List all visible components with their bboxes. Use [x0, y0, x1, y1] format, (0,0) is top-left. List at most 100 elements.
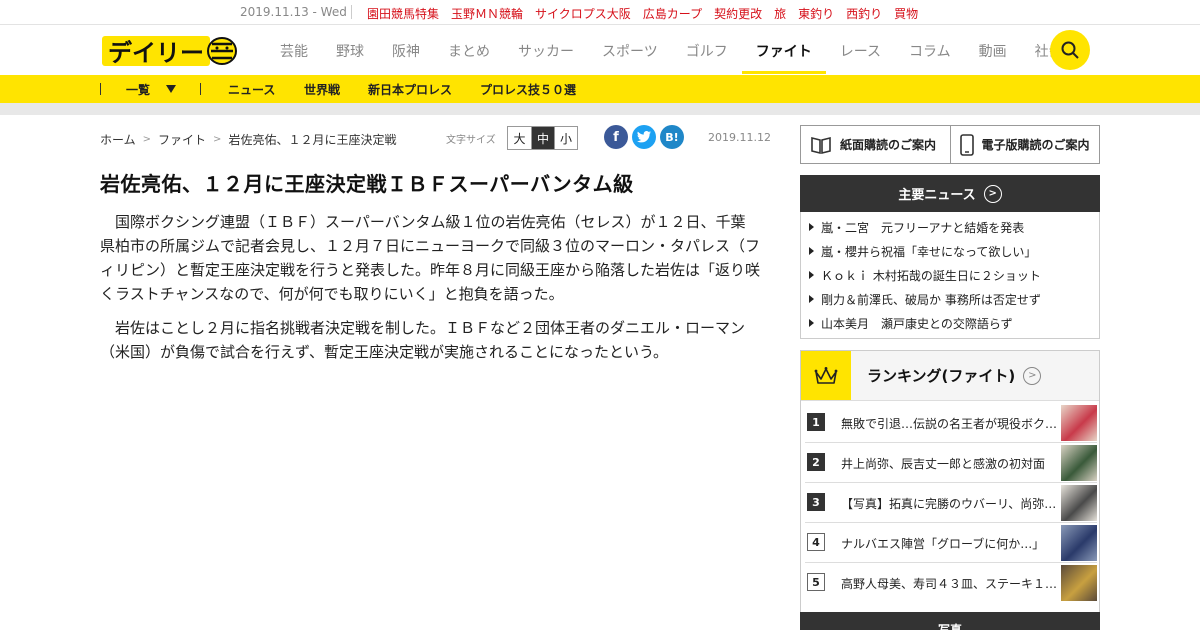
- article-body: 国際ボクシング連盟（ＩＢＦ）スーパーバンタム級１位の岩佐亮佑（セレス）が１２日、…: [100, 210, 760, 374]
- ranking-thumbnail: [1061, 445, 1097, 481]
- ranking-thumbnail: [1061, 405, 1097, 441]
- nav-item[interactable]: 阪神: [378, 25, 434, 74]
- triangle-right-icon: [809, 319, 814, 327]
- ranking-text: 【写真】拓真に完勝のウバーリ、尚弥…: [841, 497, 1057, 511]
- major-news-item[interactable]: Ｋｏｋｉ 木村拓哉の誕生日に２ショット: [809, 266, 1099, 290]
- ranking-item[interactable]: 3 【写真】拓真に完勝のウバーリ、尚弥…: [805, 483, 1097, 523]
- major-news-item[interactable]: 嵐・櫻井ら祝福「幸せになって欲しい」: [809, 242, 1099, 266]
- font-size-selector: 大 中 小: [507, 126, 578, 150]
- crown-icon: [801, 351, 851, 400]
- top-link[interactable]: 西釣り: [846, 5, 882, 22]
- nav-item[interactable]: まとめ: [434, 25, 504, 74]
- chevron-right-icon: >: [142, 134, 152, 145]
- top-link[interactable]: 東釣り: [798, 5, 834, 22]
- subnav-item-world-title[interactable]: 世界戦: [304, 81, 340, 98]
- font-size-small-button[interactable]: 小: [554, 127, 577, 149]
- major-news-text: 剛力＆前澤氏、破局か 事務所は否定せず: [821, 293, 1041, 307]
- top-link[interactable]: 買物: [894, 5, 918, 22]
- major-news-header: 主要ニュース >: [800, 175, 1100, 212]
- major-news-text: 山本美月 瀬戸康史との交際語らず: [821, 317, 1013, 331]
- ranking-thumbnail: [1061, 485, 1097, 521]
- ranking-item[interactable]: 1 無敗で引退…伝説の名王者が現役ボク…: [805, 403, 1097, 443]
- top-links: 園田競馬特集 玉野ＭＮ競輪 サイクロプス大阪 広島カープ 契約更改旅東釣り 西釣り 買物: [367, 5, 918, 22]
- subnav-item-wrestling-moves[interactable]: プロレス技５０選: [480, 81, 576, 98]
- twitter-share-icon[interactable]: [632, 125, 656, 149]
- article-headline: 岩佐亮佑、１２月に王座決定戦ＩＢＦスーパーバンタム級: [100, 172, 634, 196]
- ranking-item[interactable]: 4 ナルバエス陣営「グローブに何か…」: [805, 523, 1097, 563]
- digital-subscription-button[interactable]: 電子版購読のご案内: [949, 126, 1100, 163]
- divider: [351, 5, 352, 19]
- triangle-right-icon: [809, 295, 814, 303]
- ranking-number: 4: [807, 533, 825, 551]
- major-news-item[interactable]: 嵐・二宮 元フリーアナと結婚を発表: [809, 218, 1099, 242]
- photo-section-header: 写真: [800, 612, 1100, 630]
- subnav-item-njpw[interactable]: 新日本プロレス: [368, 81, 452, 98]
- nav-item[interactable]: 動画: [965, 25, 1021, 74]
- nav-item[interactable]: 野球: [322, 25, 378, 74]
- ranking-title: ランキング(ファイト): [867, 367, 1016, 385]
- article-paragraph: 岩佐はことし２月に指名挑戦者決定戦を制した。ＩＢＦなど２団体王者のダニエル・ロー…: [100, 319, 746, 361]
- breadcrumb-category[interactable]: ファイト: [158, 131, 206, 148]
- search-icon: [1061, 41, 1079, 59]
- ranking-number: 1: [807, 413, 825, 431]
- search-button[interactable]: [1050, 30, 1090, 70]
- svg-text:デイリー: デイリー: [108, 39, 204, 67]
- chevron-right-icon[interactable]: >: [983, 184, 1002, 203]
- major-news-item[interactable]: 山本美月 瀬戸康史との交際語らず: [809, 314, 1099, 338]
- major-news-title: 主要ニュース: [898, 188, 976, 203]
- top-link[interactable]: 契約更改: [714, 5, 762, 22]
- sub-nav: 一覧 ニュース 世界戦 新日本プロレス プロレス技５０選: [0, 75, 1200, 103]
- ranking-item[interactable]: 5 高野人母美、寿司４３皿、ステーキ１…: [805, 563, 1097, 603]
- top-link[interactable]: 園田競馬特集: [367, 5, 439, 22]
- ranking-thumbnail: [1061, 525, 1097, 561]
- major-news-text: 嵐・二宮 元フリーアナと結婚を発表: [821, 221, 1025, 235]
- list-dropdown[interactable]: 一覧: [126, 81, 150, 98]
- current-date: 2019.11.13 - Wed: [240, 5, 347, 19]
- major-news-item[interactable]: 剛力＆前澤氏、破局か 事務所は否定せず: [809, 290, 1099, 314]
- smartphone-icon: [959, 133, 974, 156]
- nav-item[interactable]: 芸能: [266, 25, 322, 74]
- ranking-box: ランキング(ファイト) > 1 無敗で引退…伝説の名王者が現役ボク… 2 井上尚弥、辰…: [800, 350, 1100, 630]
- subscription-links: 紙面購読のご案内 電子版購読のご案内: [800, 125, 1100, 164]
- nav-item[interactable]: ファイト: [741, 25, 826, 74]
- ranking-header: ランキング(ファイト) >: [801, 351, 1099, 401]
- site-header: デイリー 芸能 野球 阪神 まとめ サッカー スポーツ ゴルフ ファイト レース コラム 動画 社会: [0, 25, 1200, 75]
- subnav-item-news[interactable]: ニュース: [228, 81, 275, 98]
- ranking-text: 無敗で引退…伝説の名王者が現役ボク…: [841, 417, 1058, 431]
- top-strip: 2019.11.13 - Wed 園田競馬特集 玉野ＭＮ競輪 サイクロプス大阪 広島カ…: [0, 0, 1200, 25]
- ranking-number: 2: [807, 453, 825, 471]
- top-link[interactable]: 玉野ＭＮ競輪: [451, 5, 523, 22]
- major-news-list: 嵐・二宮 元フリーアナと結婚を発表嵐・櫻井ら祝福「幸せになって欲しい」 Ｋｏｋｉ …: [800, 212, 1100, 339]
- chevron-right-icon[interactable]: >: [1023, 366, 1042, 385]
- hatena-bookmark-icon[interactable]: B!: [660, 125, 684, 149]
- nav-item[interactable]: ゴルフ: [672, 25, 742, 74]
- print-subscription-label: 紙面購読のご案内: [840, 138, 937, 152]
- ranking-thumbnail: [1061, 565, 1097, 601]
- newspaper-icon: [811, 136, 831, 154]
- ranking-number: 3: [807, 493, 825, 511]
- nav-item[interactable]: サッカー: [504, 25, 588, 74]
- site-logo[interactable]: デイリー: [100, 34, 240, 68]
- digital-subscription-label: 電子版購読のご案内: [981, 138, 1090, 152]
- divider: [100, 83, 101, 95]
- ranking-text: ナルバエス陣営「グローブに何か…」: [841, 537, 1045, 551]
- separator-band: [0, 103, 1200, 115]
- top-link[interactable]: 旅: [774, 5, 786, 22]
- print-subscription-button[interactable]: 紙面購読のご案内: [801, 126, 950, 163]
- ranking-text: 高野人母美、寿司４３皿、ステーキ１…: [841, 577, 1058, 591]
- dropdown-arrow-icon[interactable]: [166, 85, 176, 93]
- top-link[interactable]: サイクロプス大阪: [535, 5, 631, 22]
- ranking-item[interactable]: 2 井上尚弥、辰吉丈一郎と感激の初対面: [805, 443, 1097, 483]
- main-nav: 芸能 野球 阪神 まとめ サッカー スポーツ ゴルフ ファイト レース コラム 動画 社会: [266, 25, 1077, 74]
- nav-item[interactable]: スポーツ: [588, 25, 672, 74]
- nav-item[interactable]: レース: [826, 25, 895, 74]
- triangle-right-icon: [809, 271, 814, 279]
- font-size-medium-button[interactable]: 中: [531, 127, 554, 149]
- nav-item[interactable]: コラム: [895, 25, 965, 74]
- facebook-share-icon[interactable]: f: [604, 125, 628, 149]
- top-link[interactable]: 広島カープ: [643, 5, 702, 22]
- breadcrumb: ホーム > ファイト > 岩佐亮佑、１２月に王座決定戦: [100, 131, 396, 148]
- font-size-large-button[interactable]: 大: [508, 127, 531, 149]
- breadcrumb-home[interactable]: ホーム: [100, 131, 136, 148]
- article-date: 2019.11.12: [708, 131, 771, 144]
